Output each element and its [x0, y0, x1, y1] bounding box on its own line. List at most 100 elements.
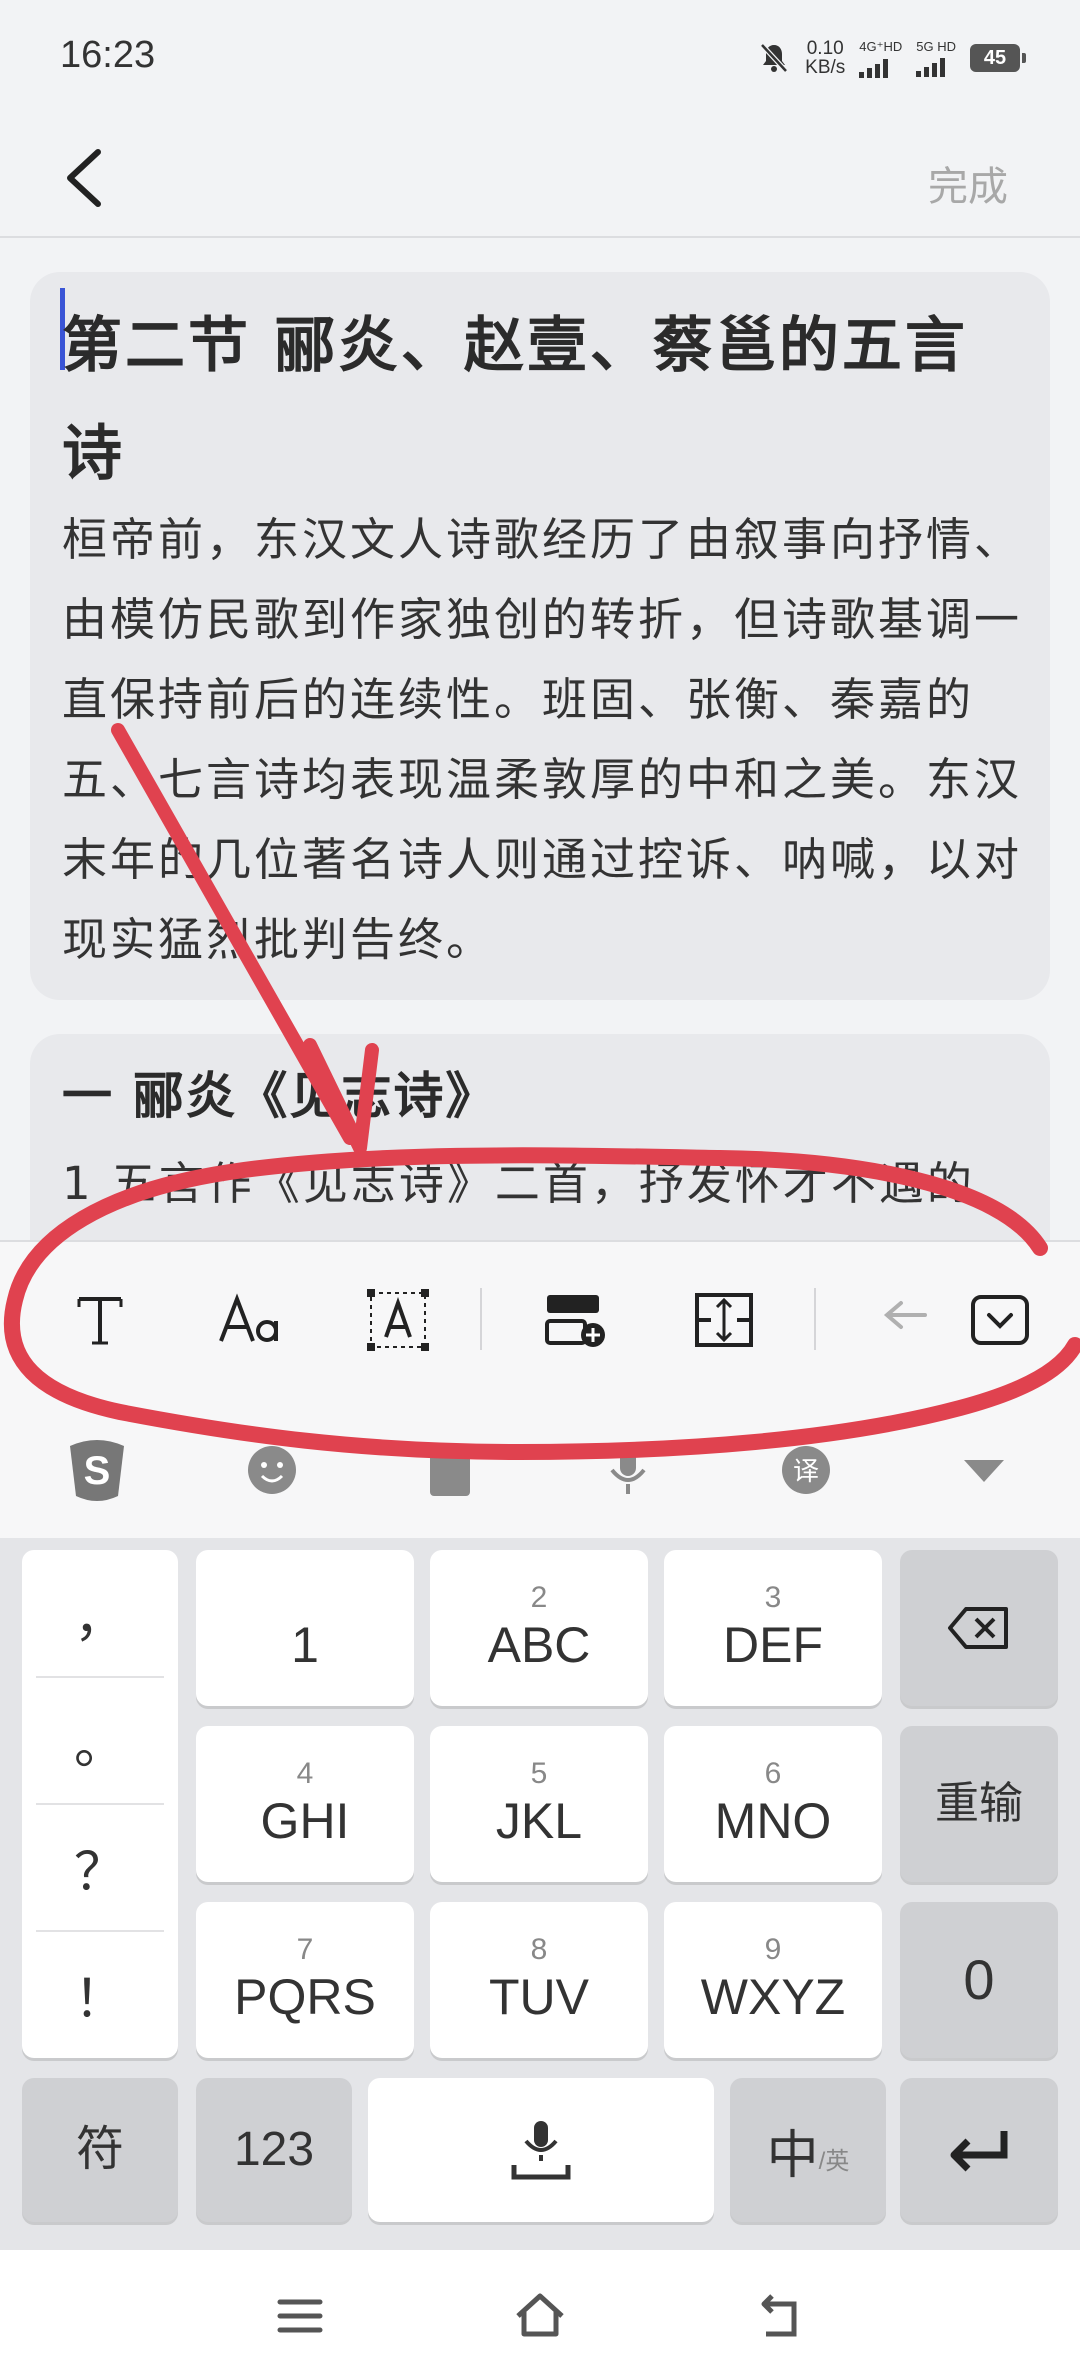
- key-letters: TUV: [489, 1969, 589, 2025]
- zero-label: 0: [963, 1948, 995, 2011]
- key-1[interactable]: 1: [196, 1550, 414, 1706]
- language-switch-key[interactable]: 中 /英: [730, 2078, 886, 2222]
- punct-exclaim[interactable]: ！: [22, 1931, 178, 2057]
- sim1-label: 4G⁺HD: [859, 38, 903, 54]
- status-bar: 16:23 0.10 KB/s 4G⁺HD 5G HD 45: [0, 0, 1080, 120]
- format-toolbar: [0, 1240, 1080, 1400]
- numbers-key[interactable]: 123: [196, 2078, 352, 2222]
- insert-block-icon: [545, 1295, 605, 1347]
- lang-main-label: 中: [766, 2126, 819, 2185]
- key-letters: WXYZ: [700, 1969, 846, 2025]
- key-5[interactable]: 5 JKL: [430, 1726, 648, 1882]
- signal-icon: [859, 58, 889, 78]
- status-time: 16:23: [60, 34, 156, 76]
- ime-toolbar: S 译: [0, 1398, 1080, 1538]
- backspace-icon: [948, 1607, 1008, 1649]
- svg-text:S: S: [84, 1449, 111, 1493]
- key-letters: PQRS: [234, 1969, 376, 2025]
- insert-block-button[interactable]: [536, 1282, 612, 1358]
- sogou-logo-icon[interactable]: S: [60, 1432, 134, 1506]
- spacing-icon: [695, 1293, 753, 1347]
- punctuation-column[interactable]: ， 。 ？ ！: [22, 1550, 178, 2058]
- collapse-keyboard-button[interactable]: [962, 1282, 1038, 1358]
- status-icons: 0.10 KB/s 4G⁺HD 5G HD 45: [757, 30, 1026, 86]
- punct-period[interactable]: 。: [22, 1677, 178, 1803]
- key-number: 4: [296, 1757, 314, 1790]
- text-box-button[interactable]: [360, 1282, 436, 1358]
- collapse-keyboard-icon: [971, 1295, 1029, 1345]
- key-letters: DEF: [723, 1617, 823, 1673]
- sim2-label: 5G HD: [916, 39, 956, 54]
- section-title[interactable]: 第二节 郦炎、赵壹、蔡邕的五言诗: [62, 292, 1022, 508]
- subsection-title[interactable]: 一 郦炎《见志诗》: [62, 1056, 497, 1128]
- key-7[interactable]: 7 PQRS: [196, 1902, 414, 2058]
- key-letters: JKL: [495, 1793, 583, 1849]
- key-6[interactable]: 6 MNO: [664, 1726, 882, 1882]
- numbers-label: 123: [233, 2123, 315, 2176]
- menu-icon[interactable]: [270, 2286, 330, 2346]
- enter-icon: [950, 2131, 1008, 2172]
- net-speed-value: 0.10: [806, 38, 844, 59]
- home-icon[interactable]: [510, 2286, 570, 2346]
- hide-keyboard-icon[interactable]: [952, 1438, 1016, 1502]
- toolbar-divider-2: [814, 1288, 816, 1350]
- mic-space-icon: [511, 2121, 571, 2180]
- reenter-key[interactable]: 重输: [900, 1726, 1058, 1882]
- navigation-bar: [0, 2250, 1080, 2376]
- done-button[interactable]: 完成: [928, 154, 1008, 212]
- sim1-signal: 4G⁺HD: [859, 39, 902, 78]
- text-box-icon: [367, 1289, 429, 1351]
- key-letters: GHI: [260, 1793, 350, 1849]
- font-size-button[interactable]: [212, 1282, 288, 1358]
- key-3[interactable]: 3 DEF: [664, 1550, 882, 1706]
- net-speed-unit: KB/s: [805, 57, 846, 78]
- key-number: 5: [530, 1757, 548, 1790]
- key-0[interactable]: 0: [900, 1902, 1058, 2058]
- key-letters: MNO: [714, 1793, 832, 1849]
- svg-text:译: 译: [793, 1456, 819, 1486]
- translate-icon[interactable]: 译: [774, 1438, 838, 1502]
- symbols-label: 符: [75, 2123, 124, 2176]
- section-card[interactable]: 第二节 郦炎、赵壹、蔡邕的五言诗 桓帝前，东汉文人诗歌经历了由叙事向抒情、由模仿…: [30, 272, 1050, 1000]
- battery-level: 45: [983, 46, 1007, 69]
- key-number: 7: [296, 1933, 314, 1966]
- net-speed: 0.10 KB/s: [805, 39, 845, 77]
- key-number: 9: [764, 1933, 782, 1966]
- enter-key[interactable]: [900, 2078, 1058, 2222]
- backspace-key[interactable]: [900, 1550, 1058, 1706]
- key-8[interactable]: 8 TUV: [430, 1902, 648, 2058]
- spacing-button[interactable]: [686, 1282, 762, 1358]
- section-paragraph[interactable]: 桓帝前，东汉文人诗歌经历了由叙事向抒情、由模仿民歌到作家独创的转折，但诗歌基调一…: [62, 500, 1022, 980]
- key-number: 3: [764, 1581, 782, 1614]
- key-2[interactable]: 2 ABC: [430, 1550, 648, 1706]
- text-style-icon: [77, 1297, 123, 1345]
- reenter-label: 重输: [935, 1779, 1023, 1828]
- punct-question[interactable]: ？: [22, 1804, 178, 1930]
- subsection-paragraph[interactable]: 1 五言作《见志诗》二首，抒发怀才不遇的: [62, 1144, 1042, 1224]
- chevron-left-icon: [67, 149, 101, 207]
- signal-icon-2: [916, 57, 946, 77]
- top-app-bar: 完成: [0, 120, 1080, 238]
- font-size-icon: [219, 1293, 278, 1342]
- back-icon[interactable]: [750, 2286, 810, 2346]
- undo-button[interactable]: [868, 1282, 944, 1358]
- key-4[interactable]: 4 GHI: [196, 1726, 414, 1882]
- clipboard-icon[interactable]: [418, 1438, 482, 1502]
- key-number: 8: [530, 1933, 548, 1966]
- key-number: 6: [764, 1757, 782, 1790]
- key-letters: ABC: [487, 1617, 591, 1673]
- emoji-icon[interactable]: [240, 1438, 304, 1502]
- symbols-key[interactable]: 符: [22, 2078, 178, 2222]
- battery-icon: 45: [970, 44, 1026, 72]
- sim2-signal: 5G HD: [916, 39, 956, 77]
- t9-keyboard: ， 。 ？ ！ 1 2 ABC 3 DEF 4 GHI 5 JKL 6 MNO: [0, 1538, 1080, 2250]
- microphone-icon[interactable]: [596, 1438, 660, 1502]
- undo-arrow-icon: [883, 1301, 927, 1329]
- space-key[interactable]: [368, 2078, 714, 2222]
- mute-bell-icon: [760, 43, 788, 73]
- key-9[interactable]: 9 WXYZ: [664, 1902, 882, 2058]
- text-style-button[interactable]: [62, 1282, 138, 1358]
- back-button[interactable]: [56, 146, 116, 210]
- punct-comma[interactable]: ，: [22, 1550, 178, 1676]
- lang-sub-label: /英: [818, 2147, 850, 2175]
